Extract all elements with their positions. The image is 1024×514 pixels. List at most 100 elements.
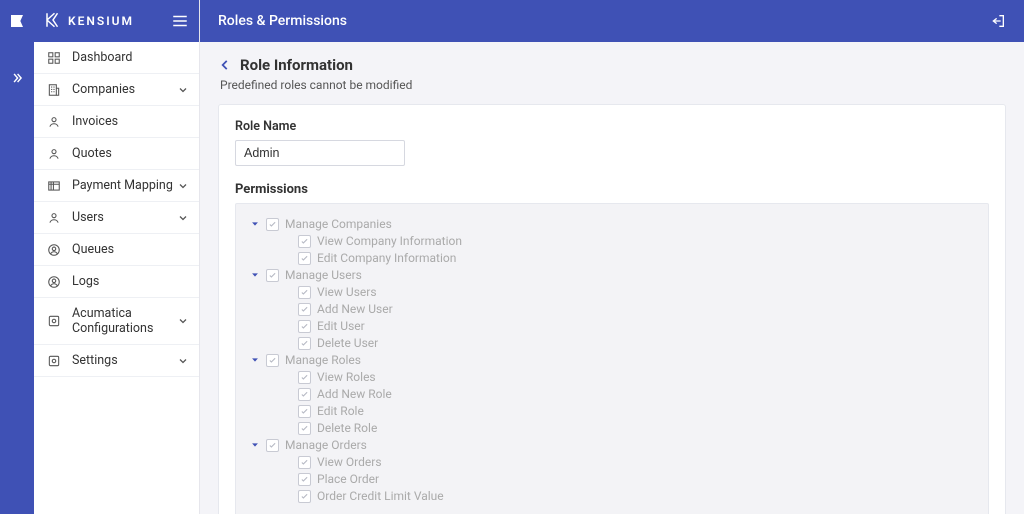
sidebar-item-label: Invoices (72, 114, 189, 129)
perm-label: Order Credit Limit Value (317, 489, 444, 503)
role-name-input[interactable] (235, 140, 405, 166)
account-icon (44, 275, 64, 289)
checkbox[interactable] (298, 490, 311, 503)
checkbox[interactable] (266, 269, 279, 282)
sidebar-item-label: Queues (72, 242, 189, 257)
checkbox[interactable] (298, 473, 311, 486)
person-icon (44, 115, 64, 129)
sidebar-item-settings[interactable]: Settings (34, 345, 199, 377)
sidebar: KENSIUM Dashboard Companies Invoices Quotes… (34, 0, 200, 514)
checkbox[interactable] (298, 456, 311, 469)
page-title: Role Information (240, 56, 353, 74)
checkbox[interactable] (298, 422, 311, 435)
caret-down-icon[interactable] (250, 440, 260, 450)
chevron-down-icon (177, 84, 189, 96)
sidebar-item-logs[interactable]: Logs (34, 266, 199, 298)
perm-label: Manage Users (285, 268, 362, 282)
perm-label: View Users (317, 285, 377, 299)
perm-label: View Roles (317, 370, 376, 384)
perm-item: Add New User (282, 302, 974, 316)
perm-item: View Roles (282, 370, 974, 384)
checkbox[interactable] (298, 252, 311, 265)
checkbox[interactable] (266, 354, 279, 367)
sidebar-item-label: Quotes (72, 146, 189, 161)
topbar: Roles & Permissions (200, 0, 1024, 42)
left-rail (0, 0, 34, 514)
brand-name: KENSIUM (68, 14, 134, 28)
chevron-down-icon (177, 315, 189, 327)
sidebar-item-label: Settings (72, 353, 177, 368)
sidebar-item-users[interactable]: Users (34, 202, 199, 234)
exit-button[interactable] (990, 13, 1006, 29)
sidebar-item-label: Companies (72, 82, 177, 97)
perm-item: Add New Role (282, 387, 974, 401)
sidebar-item-quotes[interactable]: Quotes (34, 138, 199, 170)
page-subtitle: Predefined roles cannot be modified (220, 78, 1006, 92)
caret-down-icon[interactable] (250, 270, 260, 280)
perm-label: Edit Company Information (317, 251, 456, 265)
sidebar-item-label: Dashboard (72, 50, 189, 65)
main: Roles & Permissions Role Information Pre… (200, 0, 1024, 514)
perm-item: Order Credit Limit Value (282, 489, 974, 503)
sidebar-item-acumatica-configurations[interactable]: Acumatica Configurations (34, 298, 199, 345)
chevron-down-icon (177, 355, 189, 367)
sidebar-item-dashboard[interactable]: Dashboard (34, 42, 199, 74)
perm-item: Edit Company Information (282, 251, 974, 265)
sidebar-item-payment-mapping[interactable]: Payment Mapping (34, 170, 199, 202)
sidebar-toggle-button[interactable] (171, 12, 189, 30)
perm-item: View Users (282, 285, 974, 299)
rail-expand-button[interactable] (0, 66, 34, 90)
person-icon (44, 211, 64, 225)
mapping-icon (44, 179, 64, 193)
perm-label: View Company Information (317, 234, 462, 248)
sidebar-item-label: Logs (72, 274, 189, 289)
role-card: Role Name Permissions Manage CompaniesVi… (218, 104, 1006, 514)
checkbox[interactable] (266, 218, 279, 231)
perm-label: Add New User (317, 302, 393, 316)
back-button[interactable] (218, 58, 232, 72)
perm-label: Manage Roles (285, 353, 361, 367)
account-icon (44, 243, 64, 257)
dashboard-icon (44, 51, 64, 65)
sidebar-nav: Dashboard Companies Invoices Quotes Payment … (34, 42, 199, 514)
perm-label: Manage Companies (285, 217, 392, 231)
checkbox[interactable] (266, 439, 279, 452)
checkbox[interactable] (298, 371, 311, 384)
sidebar-header: KENSIUM (34, 0, 199, 42)
perm-label: Delete Role (317, 421, 377, 435)
perm-item: Delete User (282, 336, 974, 350)
sidebar-item-invoices[interactable]: Invoices (34, 106, 199, 138)
caret-down-icon[interactable] (250, 219, 260, 229)
perm-label: Manage Orders (285, 438, 367, 452)
brand-icon (44, 11, 62, 32)
perm-label: Delete User (317, 336, 378, 350)
perm-label: Edit Role (317, 404, 364, 418)
perm-item: Edit Role (282, 404, 974, 418)
perm-item: Delete Role (282, 421, 974, 435)
permissions-label: Permissions (235, 182, 989, 197)
checkbox[interactable] (298, 337, 311, 350)
checkbox[interactable] (298, 388, 311, 401)
sidebar-item-companies[interactable]: Companies (34, 74, 199, 106)
checkbox[interactable] (298, 320, 311, 333)
chevron-down-icon (177, 180, 189, 192)
perm-label: Add New Role (317, 387, 392, 401)
page-header-title: Roles & Permissions (218, 13, 347, 29)
content: Role Information Predefined roles cannot… (200, 42, 1024, 514)
perm-item: View Orders (282, 455, 974, 469)
companies-icon (44, 83, 64, 97)
perm-item: Edit User (282, 319, 974, 333)
caret-down-icon[interactable] (250, 355, 260, 365)
person-icon (44, 147, 64, 161)
checkbox[interactable] (298, 405, 311, 418)
checkbox[interactable] (298, 235, 311, 248)
checkbox[interactable] (298, 286, 311, 299)
sidebar-item-label: Users (72, 210, 177, 225)
chevron-down-icon (177, 212, 189, 224)
rail-logo-icon (9, 13, 25, 29)
perm-label: View Orders (317, 455, 382, 469)
perm-label: Place Order (317, 472, 379, 486)
checkbox[interactable] (298, 303, 311, 316)
perm-group: Manage Companies View Company Information… (250, 217, 974, 265)
sidebar-item-queues[interactable]: Queues (34, 234, 199, 266)
